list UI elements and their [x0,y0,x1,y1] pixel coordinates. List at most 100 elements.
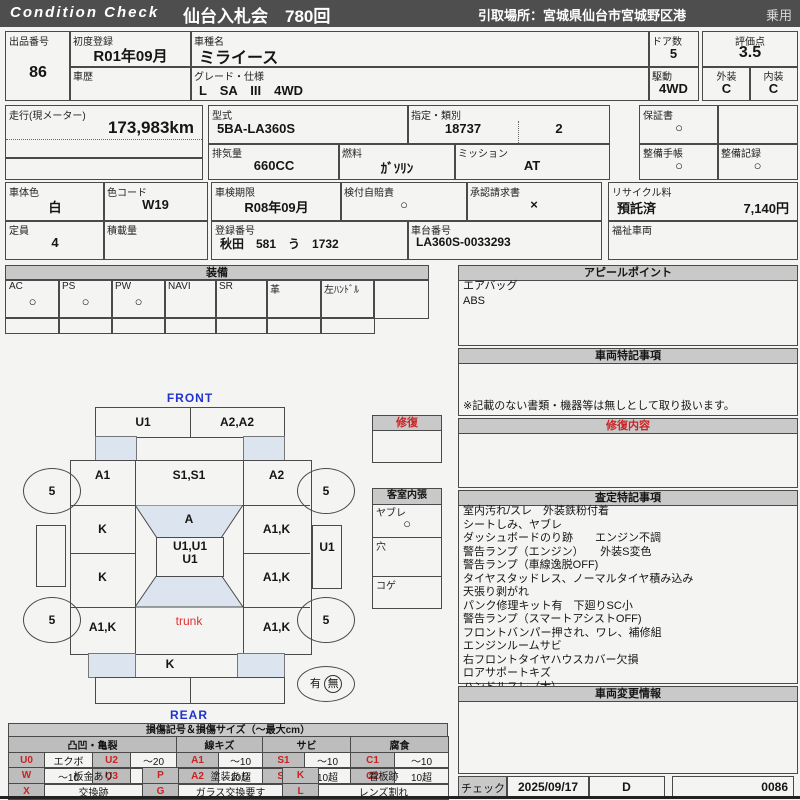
left-rear-door-mark: K [70,570,135,584]
model-code-cell: 型式 5BA-LA360S [208,105,409,145]
doors-cell: ドア数 5 [648,31,699,68]
rear-bumper [95,677,285,704]
maintenance-book-value: ○ [640,158,718,173]
equipment-empty-cell [215,317,268,334]
load-capacity-cell: 積載量 [103,220,208,260]
roof-mark: U1,U1 U1 [157,540,223,566]
fuel-value: ｶﾞｿﾘﾝ [339,158,455,177]
cabin-item-tear: ヤブレ ○ [372,503,442,538]
equipment-cell-ps: PS ○ [58,279,113,319]
legend-group-corrosion: 腐食 [351,737,449,753]
auction-condition-sheet: Condition Check 仙台入札会 780回 引取場所：宮城県仙台市宮城… [0,0,800,800]
displacement-cell: 排気量 660CC [208,143,340,180]
right-side-step: U1 [312,525,342,589]
equipment-mark: ○ [6,294,59,309]
empty-cell [717,105,798,145]
roof-panel: U1,U1 U1 [156,537,224,577]
score-cell: 評価点 3.5 [702,31,798,68]
equipment-empty-cell [320,317,375,334]
front-bumper-right-mark: A2,A2 [191,408,283,436]
equipment-label: PS [62,281,75,292]
presence-yes: 有 [310,678,321,690]
title-bar: Condition Check 仙台入札会 780回 引取場所：宮城県仙台市宮城… [0,0,800,27]
front-bumper-left-mark: U1 [96,408,191,437]
equipment-empty-cell [111,317,166,334]
welfare-vehicle-label: 福祉車両 [612,222,652,237]
rear-label: REAR [159,708,219,722]
check-date-cell: 2025/09/17 [506,776,590,797]
presence-no-circled: 無 [324,675,342,693]
mileage-cell: 走行(現メーター) 173,983km [5,105,203,158]
approval-request-cell: 承認請求書 × [466,182,602,222]
front-bumper: U1 A2,A2 [95,407,285,438]
maintenance-record-value: ○ [718,158,797,173]
equipment-label: PW [115,281,131,292]
check-label-cell: チェック [458,776,508,797]
displacement-value: 660CC [209,158,339,173]
model-name-value: ミライース [191,44,649,68]
body-row-line [243,553,310,554]
check-date-value: 2025/09/17 [507,780,589,794]
legend-desc: 塗装あり [179,768,283,784]
recycle-fee-cell: リサイクル料 預託済 7,140円 [608,182,798,222]
lot-number-cell: 出品番号 86 [5,31,71,101]
vehicle-change-body [458,700,798,774]
spare-presence-circle: 有 無 [297,666,355,702]
first-registration-value: R01年09月 [70,45,191,66]
transmission-cell: ミッション AT [454,143,610,180]
assessment-line: 右フロントタイヤハウスカバー欠損 [459,653,797,667]
equipment-empty-cell [5,317,60,334]
maintenance-record-cell: 整備記録 ○ [717,143,798,180]
body-color-value: 白 [6,197,104,216]
legend-group-scratches: 線キズ [177,737,263,753]
body-row-line [70,505,136,506]
insurance-cell: 検付自賠責 ○ [340,182,468,222]
body-row-line [70,553,136,554]
grade-value: L SA III 4WD [191,80,649,99]
assessment-line: 警告ランプ（スマートアシストOFF) [459,612,797,626]
interior-grade-value: C [750,81,797,96]
tire-front-left: 5 [23,468,81,514]
cabin-item-hole: 穴 [372,537,442,577]
cabin-item-mark: ○ [373,516,441,531]
equipment-label: 革 [270,281,280,296]
dotted-divider [6,138,202,140]
load-capacity-label: 積載量 [107,222,137,237]
appeal-points-body: エアバッグ ABS [458,279,798,346]
legend-title: 損傷記号＆損傷サイズ（～最大cm） [8,723,448,737]
lot-number-value: 86 [6,64,70,82]
mileage-note-cell [5,158,203,180]
pickup-location: 引取場所：宮城県仙台市宮城野区港 [478,5,686,24]
chassis-number-value: LA360S-0033293 [408,235,601,249]
equipment-cell-ac: AC ○ [5,279,60,319]
tire-rear-right: 5 [297,597,355,643]
taillight-right [237,653,285,678]
class-number-value: 18737 [408,121,518,136]
assessment-line: エンジンルームサビ [459,639,797,653]
equipment-mark: ○ [112,294,165,309]
inspection-expiry-value: R08年09月 [212,197,341,216]
cabin-item-burn: コゲ [372,576,442,609]
assessment-line: シートしみ、ヤブレ [459,518,797,532]
rear-panel-mark: K [135,657,205,671]
exterior-grade-value: C [703,81,750,96]
recycle-fee-label: リサイクル料 [612,184,672,199]
grade-cell: グレード・仕様 L SA III 4WD [190,66,650,101]
usage-type: 乗用 [766,5,792,24]
appeal-line: ABS [459,294,797,309]
legend-group-rust: サビ [263,737,351,753]
drive-value: 4WD [649,81,698,96]
body-row-line [243,505,310,506]
equipment-cell-sr: SR [215,279,268,319]
class-category-value: 2 [518,121,599,143]
vehicle-notes-body: ※記載のない書類・機器等は無しとして取り扱います。 [458,362,798,416]
class-label: 指定・類別 [411,107,461,122]
right-front-door-mark: A1,K [243,522,310,536]
legend-group-row: 凸凹・亀裂 線キズ サビ 腐食 [9,737,449,753]
notes-disclaimer: ※記載のない書類・機器等は無しとして取り扱います。 [463,397,735,413]
appeal-line: エアバッグ [459,279,797,294]
color-code-value: W19 [104,197,207,212]
model-name-cell: 車種名 ミライース [190,31,650,68]
check-code-cell: D [588,776,665,797]
recycle-status-value: 預託済 [617,198,656,217]
